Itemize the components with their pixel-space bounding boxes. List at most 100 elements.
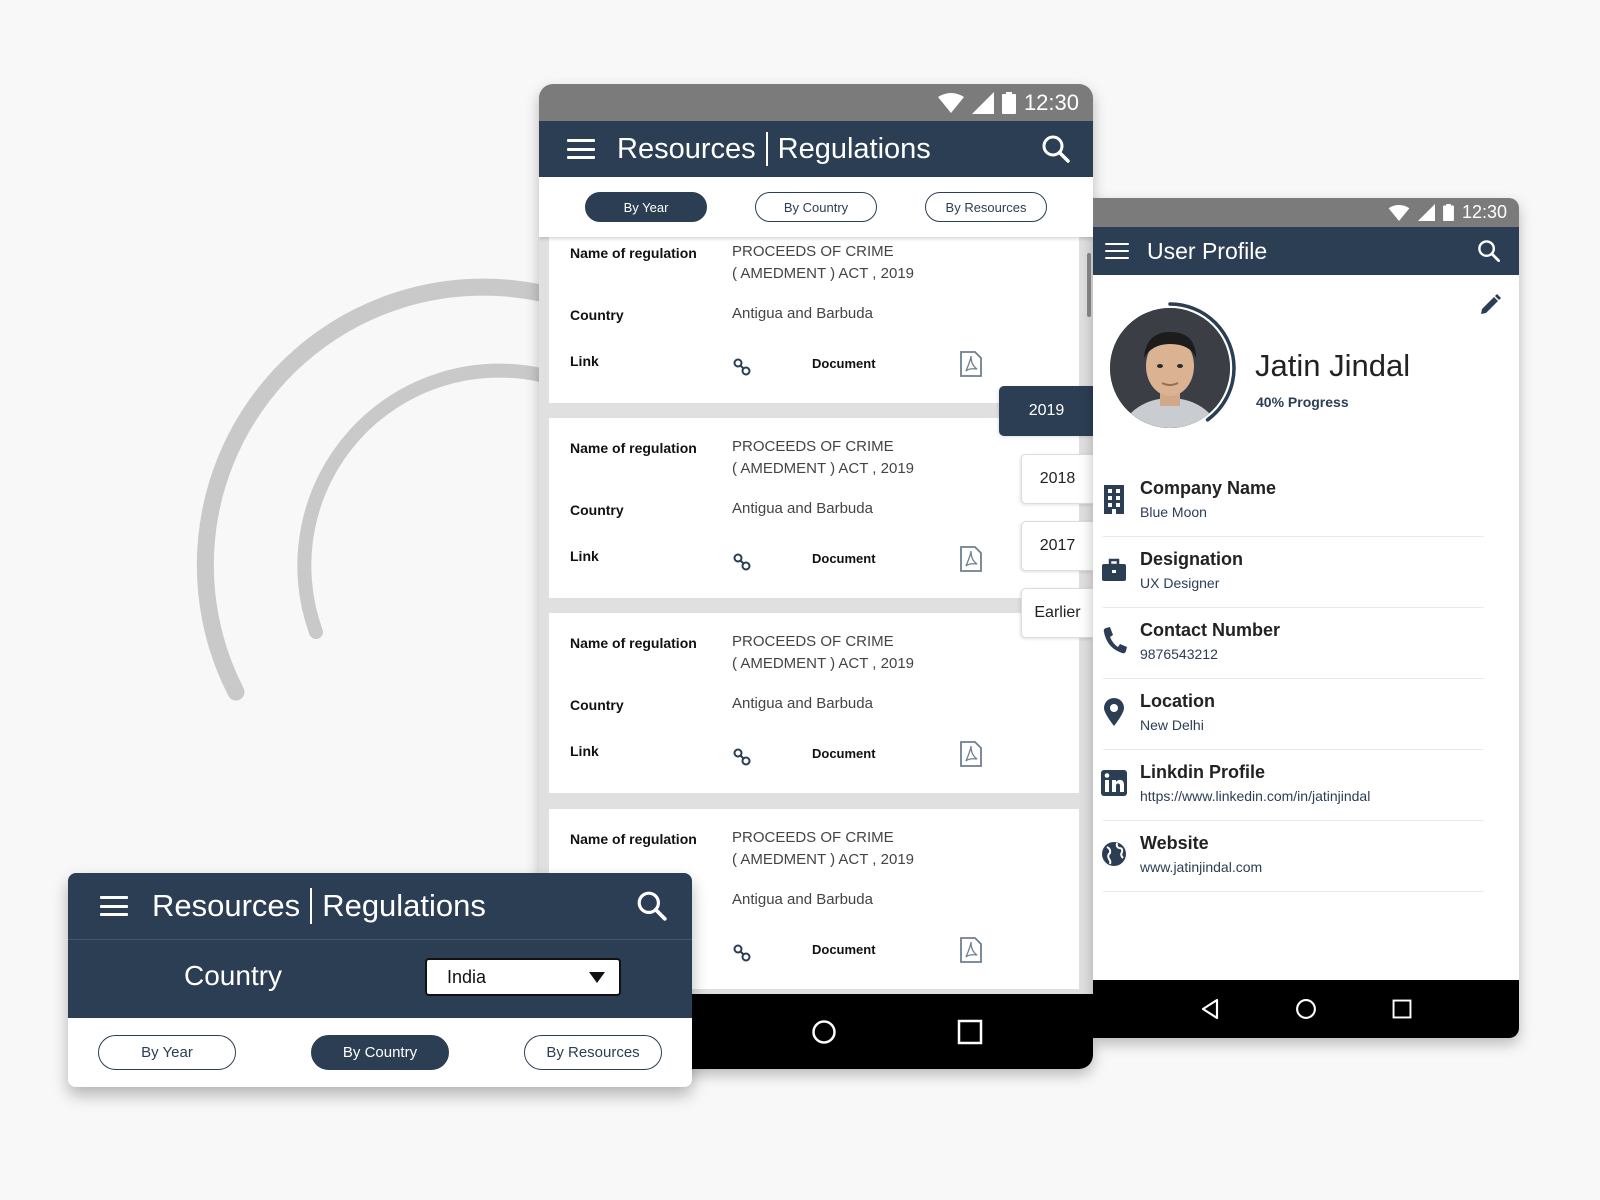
filter-by-resources[interactable]: By Resources <box>925 192 1047 222</box>
location-pin-icon <box>1104 698 1124 726</box>
item-value: Blue Moon <box>1140 504 1207 520</box>
filter-tabs: By Year By Country By Resources <box>539 177 1093 237</box>
item-value: UX Designer <box>1140 575 1220 591</box>
profile-item-linkedin[interactable]: Linkdin Profile https://www.linkedin.com… <box>1093 750 1519 821</box>
user-name: Jatin Jindal <box>1255 348 1411 383</box>
battery-icon <box>1443 204 1454 221</box>
document-label: Document <box>812 551 876 566</box>
profile-item-designation[interactable]: Designation UX Designer <box>1093 537 1519 608</box>
document-label: Document <box>812 746 876 761</box>
android-nav-bar <box>1093 980 1519 1038</box>
selected-country: India <box>447 967 487 987</box>
signal-icon <box>971 91 994 114</box>
link-icon[interactable] <box>732 943 752 963</box>
globe-icon <box>1102 842 1126 866</box>
country-label: Country <box>570 502 624 518</box>
menu-icon[interactable] <box>1105 242 1129 260</box>
profile-item-contact[interactable]: Contact Number 9876543212 <box>1093 608 1519 679</box>
link-icon[interactable] <box>732 552 752 572</box>
item-label: Contact Number <box>1140 620 1281 640</box>
filter-by-country[interactable]: By Country <box>311 1035 449 1070</box>
wifi-icon <box>937 92 964 113</box>
app-title-regulations[interactable]: Regulations <box>322 888 636 924</box>
filter-by-country[interactable]: By Country <box>755 192 877 222</box>
progress-label: 40% Progress <box>1256 394 1349 410</box>
title-divider <box>765 132 768 166</box>
pdf-icon[interactable] <box>959 937 983 963</box>
avatar <box>1110 308 1230 428</box>
signal-icon <box>1417 204 1435 221</box>
briefcase-icon <box>1102 558 1126 581</box>
app-title-regulations[interactable]: Regulations <box>778 133 1041 166</box>
dropdown-arrow-icon <box>589 972 605 983</box>
profile-item-company[interactable]: Company Name Blue Moon <box>1093 466 1519 537</box>
recents-icon[interactable] <box>957 1019 983 1045</box>
menu-icon[interactable] <box>567 139 595 159</box>
search-icon[interactable] <box>1041 134 1071 164</box>
menu-icon[interactable] <box>100 896 128 916</box>
year-tab-2017[interactable]: 2017 <box>1021 521 1093 571</box>
filter-by-resources[interactable]: By Resources <box>524 1035 662 1070</box>
search-icon[interactable] <box>636 890 668 922</box>
regulation-country: Antigua and Barbuda <box>732 500 873 517</box>
filter-by-year[interactable]: By Year <box>98 1035 236 1070</box>
name-label: Name of regulation <box>570 440 697 456</box>
divider <box>1103 891 1484 892</box>
app-title-resources[interactable]: Resources <box>617 133 756 166</box>
regulation-country: Antigua and Barbuda <box>732 695 873 712</box>
recents-icon[interactable] <box>1392 999 1412 1019</box>
scrollbar-thumb[interactable] <box>1087 253 1091 317</box>
title-divider <box>310 888 313 924</box>
search-icon[interactable] <box>1477 239 1501 263</box>
regulation-card[interactable]: Name of regulation PROCEEDS OF CRIME( AM… <box>549 418 1079 598</box>
regulation-card[interactable]: Name of regulation PROCEEDS OF CRIME( AM… <box>549 613 1079 793</box>
item-label: Location <box>1140 691 1215 711</box>
item-value: 9876543212 <box>1140 646 1218 662</box>
country-selector-row: Country India <box>68 940 692 1018</box>
phone-icon <box>1103 627 1127 654</box>
filter-by-year[interactable]: By Year <box>585 192 707 222</box>
app-bar: User Profile <box>1093 227 1519 275</box>
avatar-progress-ring <box>1103 301 1237 435</box>
country-label: Country <box>570 697 624 713</box>
item-value[interactable]: https://www.linkedin.com/in/jatinjindal <box>1140 788 1370 804</box>
link-label: Link <box>570 743 599 759</box>
regulation-card[interactable]: Name of regulation PROCEEDS OF CRIME( AM… <box>549 237 1079 403</box>
item-label: Linkdin Profile <box>1140 762 1266 782</box>
profile-item-location[interactable]: Location New Delhi <box>1093 679 1519 750</box>
link-label: Link <box>570 548 599 564</box>
status-time: 12:30 <box>1023 89 1079 115</box>
status-bar: 12:30 <box>1093 198 1519 227</box>
year-tab-2018[interactable]: 2018 <box>1021 454 1093 504</box>
item-label: Company Name <box>1140 478 1277 498</box>
year-tab-earlier[interactable]: Earlier <box>1021 588 1093 638</box>
app-bar: Resources Regulations <box>68 873 692 940</box>
country-label: Country <box>184 960 283 991</box>
edit-pencil-icon[interactable] <box>1479 294 1501 316</box>
regulation-name: PROCEEDS OF CRIME( AMEDMENT ) ACT , 2019 <box>732 633 914 672</box>
document-label: Document <box>812 356 876 371</box>
link-icon[interactable] <box>732 357 752 377</box>
user-profile-phone-screen: 12:30 User Profile Jatin Jindal 40% Prog… <box>1093 198 1519 1038</box>
battery-icon <box>1001 91 1016 114</box>
item-value[interactable]: www.jatinjindal.com <box>1140 859 1262 875</box>
home-icon[interactable] <box>811 1019 837 1045</box>
country-dropdown[interactable]: India <box>425 958 621 996</box>
profile-item-website[interactable]: Website www.jatinjindal.com <box>1093 821 1519 892</box>
app-title-resources[interactable]: Resources <box>152 888 300 924</box>
name-label: Name of regulation <box>570 831 697 847</box>
back-icon[interactable] <box>1200 998 1220 1020</box>
year-tab-2019[interactable]: 2019 <box>999 386 1093 436</box>
name-label: Name of regulation <box>570 635 697 651</box>
building-icon <box>1104 485 1124 514</box>
regulation-name: PROCEEDS OF CRIME( AMEDMENT ) ACT , 2019 <box>732 438 914 477</box>
pdf-icon[interactable] <box>959 351 983 377</box>
pdf-icon[interactable] <box>959 741 983 767</box>
pdf-icon[interactable] <box>959 546 983 572</box>
page-title: User Profile <box>1147 237 1268 264</box>
wifi-icon <box>1388 204 1410 221</box>
regulation-name: PROCEEDS OF CRIME( AMEDMENT ) ACT , 2019 <box>732 243 914 282</box>
link-icon[interactable] <box>732 747 752 767</box>
home-icon[interactable] <box>1295 998 1317 1020</box>
item-label: Website <box>1140 833 1209 853</box>
